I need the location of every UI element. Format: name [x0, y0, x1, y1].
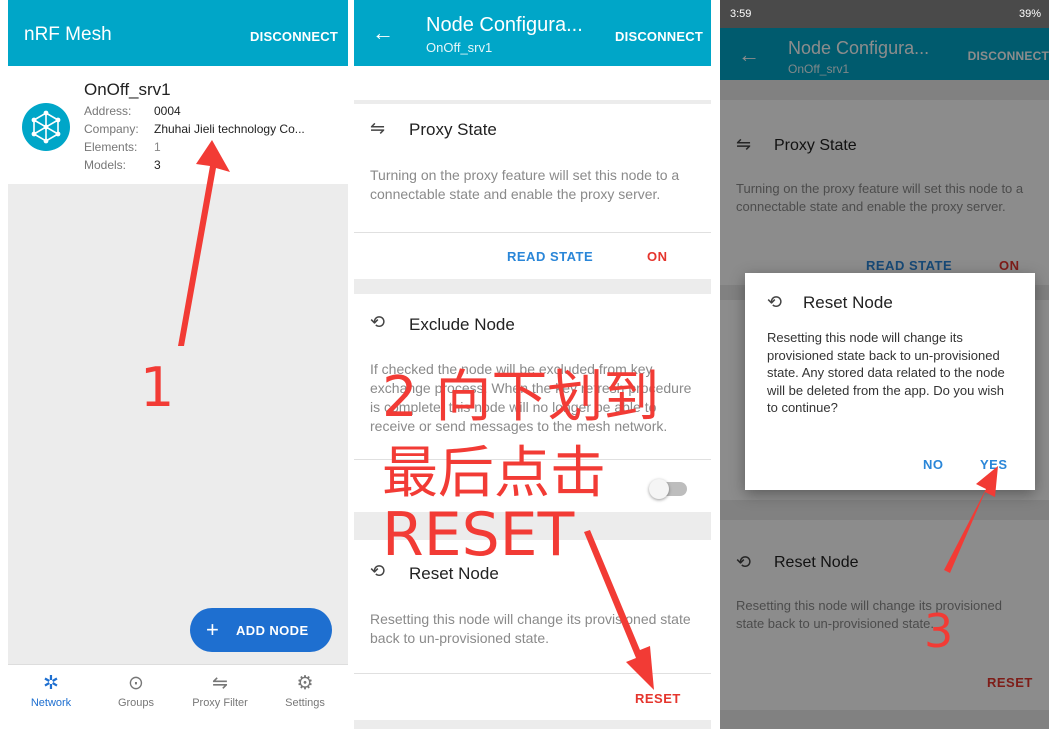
annotation-step-1: 1: [140, 356, 175, 419]
annotation-step-3: 3: [924, 604, 954, 658]
annotation-step-2-line2: 最后点击: [382, 441, 606, 506]
arrow-step1: [178, 140, 230, 346]
arrow-step2: [584, 530, 654, 690]
arrow-step3: [944, 466, 998, 573]
annotation-step-2-line3: RESET: [382, 500, 575, 570]
annotation-step-2-line1: 2 向下划到: [382, 365, 660, 430]
